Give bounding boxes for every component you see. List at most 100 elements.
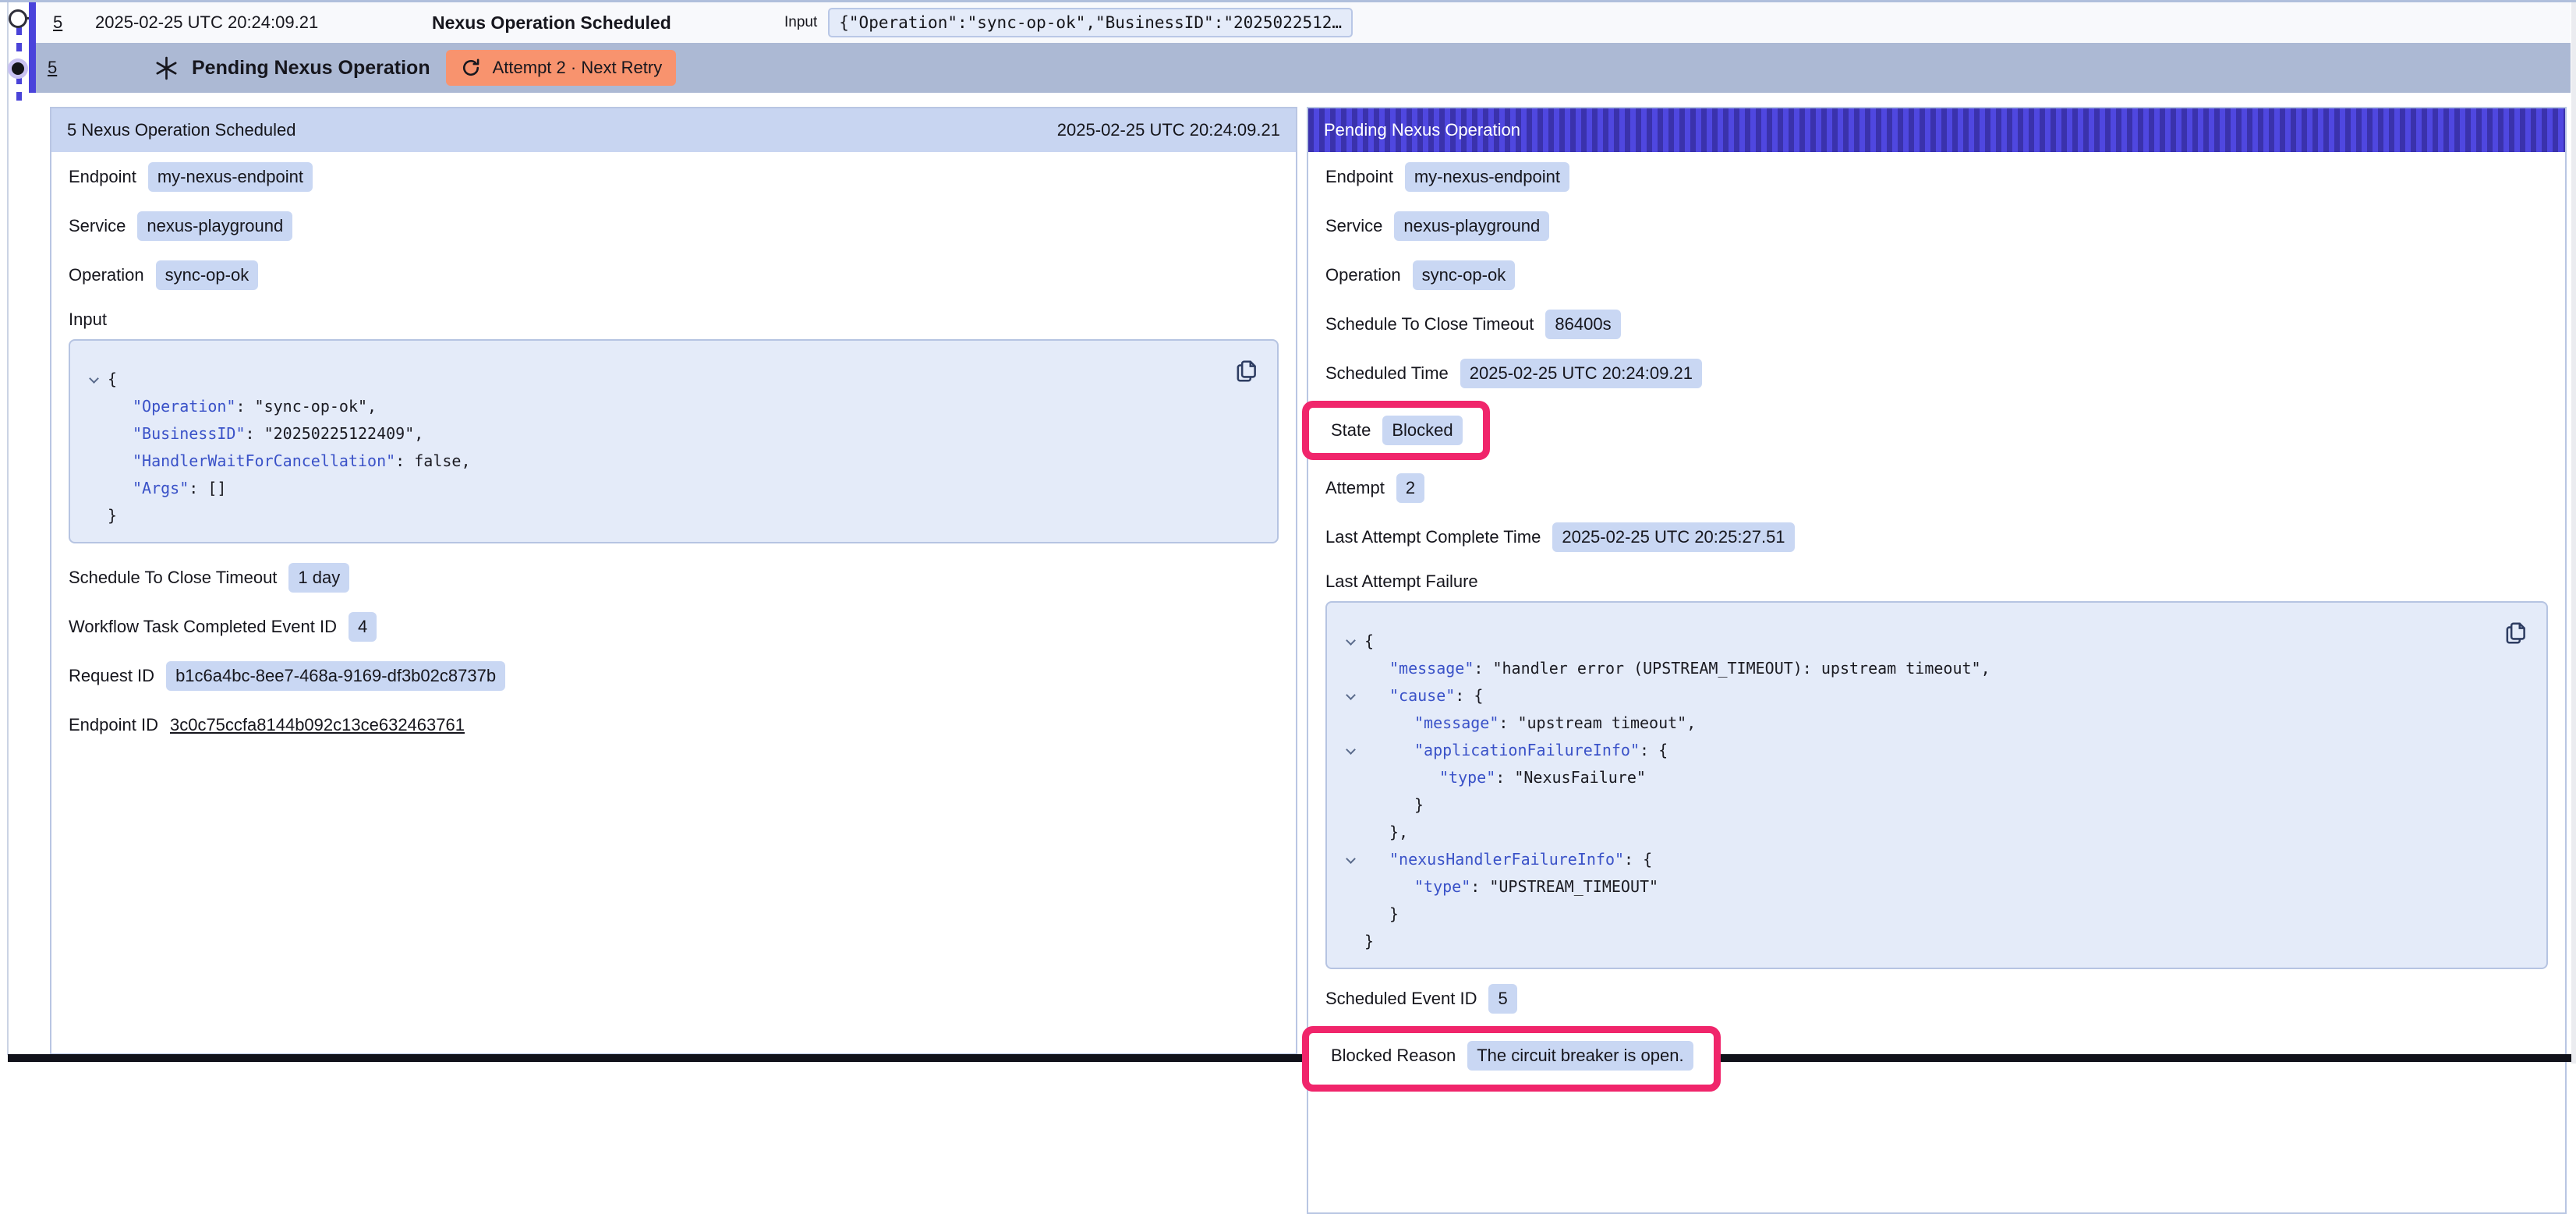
json-line: {	[1327, 628, 2492, 655]
json-text: },	[1389, 823, 1408, 841]
field-value-badge: 5	[1488, 984, 1516, 1014]
pending-asterisk-icon	[154, 55, 179, 81]
json-line: "BusinessID": "20250225122409",	[70, 420, 1223, 448]
json-text: : {	[1624, 850, 1652, 869]
field-value-badge: my-nexus-endpoint	[1405, 162, 1569, 192]
event-name: Nexus Operation Scheduled	[432, 12, 784, 34]
json-text: : "20250225122409",	[246, 424, 424, 443]
container-left-border	[7, 2, 9, 1055]
event-group-indicator-bar	[29, 2, 36, 93]
field-value-badge: sync-op-ok	[156, 260, 259, 290]
scheduled-panel-title: 5 Nexus Operation Scheduled	[67, 120, 296, 140]
field-row: Scheduled Event ID 5	[1325, 974, 2548, 1023]
field-label: Endpoint ID	[69, 715, 158, 735]
field-row: Servicenexus-playground	[69, 201, 1279, 250]
json-text: : false,	[395, 451, 470, 470]
json-line: }	[1327, 791, 2492, 819]
chevron-down-icon[interactable]	[89, 373, 99, 384]
json-key: "message"	[1389, 659, 1474, 678]
json-key: "message"	[1414, 713, 1499, 732]
field-label: Attempt	[1325, 478, 1385, 498]
field-value-badge: 86400s	[1545, 310, 1620, 339]
field-row: Attempt 2	[1325, 463, 2548, 512]
pending-panel-header: Pending Nexus Operation	[1308, 108, 2565, 152]
event-row-scheduled[interactable]: 5 2025-02-25 UTC 20:24:09.21 Nexus Opera…	[36, 2, 2571, 43]
json-text: : "UPSTREAM_TIMEOUT"	[1470, 877, 1658, 896]
input-json-lines: {"Operation": "sync-op-ok","BusinessID":…	[70, 366, 1223, 529]
retry-refresh-icon	[460, 57, 482, 79]
json-text: : "NexusFailure"	[1495, 768, 1646, 787]
timeline-node-current-icon[interactable]	[8, 58, 28, 79]
event-timestamp: 2025-02-25 UTC 20:24:09.21	[95, 12, 432, 33]
json-key: "Args"	[133, 479, 189, 497]
scheduled-fields-bottom: Schedule To Close Timeout1 dayWorkflow T…	[69, 553, 1279, 749]
json-line: "type": "NexusFailure"	[1327, 764, 2492, 791]
chevron-down-icon[interactable]	[1346, 854, 1356, 864]
json-key: "type"	[1439, 768, 1495, 787]
field-label: Workflow Task Completed Event ID	[69, 617, 337, 637]
field-label: Service	[1325, 216, 1382, 236]
json-line: {	[70, 366, 1223, 393]
container-bottom-border	[8, 1054, 2571, 1062]
retry-status-badge: Attempt 2 · Next Retry	[446, 50, 677, 86]
json-text: }	[1389, 904, 1399, 923]
state-value-badge: Blocked	[1382, 416, 1462, 445]
pending-event-name: Pending Nexus Operation	[192, 57, 430, 80]
json-line: "type": "UPSTREAM_TIMEOUT"	[1327, 873, 2492, 901]
field-label: Operation	[1325, 265, 1401, 285]
field-label: Service	[69, 216, 126, 236]
field-row: Endpointmy-nexus-endpoint	[69, 152, 1279, 201]
scheduled-fields-top: Endpointmy-nexus-endpointServicenexus-pl…	[69, 152, 1279, 299]
event-id-link[interactable]: 5	[53, 12, 73, 33]
timeline-node-open-icon[interactable]	[9, 9, 27, 28]
field-label: Scheduled Event ID	[1325, 989, 1477, 1009]
json-line: "HandlerWaitForCancellation": false,	[70, 448, 1223, 475]
field-row: Last Attempt Complete Time2025-02-25 UTC…	[1325, 512, 2548, 561]
json-line: "cause": {	[1327, 682, 2492, 710]
blocked-reason-highlight-box: Blocked Reason The circuit breaker is op…	[1302, 1026, 1721, 1092]
json-key: "cause"	[1389, 686, 1455, 705]
field-value-badge: 4	[349, 612, 377, 642]
field-value-badge: sync-op-ok	[1413, 260, 1516, 290]
input-section-label: Input	[69, 299, 1279, 334]
field-row: Service nexus-playground	[1325, 201, 2548, 250]
json-line: "applicationFailureInfo": {	[1327, 737, 2492, 764]
scrollbar-track[interactable]	[2571, 2, 2576, 1064]
field-value-link[interactable]: 3c0c75ccfa8144b092c13ce632463761	[170, 715, 465, 735]
chevron-down-icon[interactable]	[1346, 745, 1356, 755]
field-value-badge: 2	[1396, 473, 1424, 503]
scheduled-event-detail-panel: 5 Nexus Operation Scheduled 2025-02-25 U…	[50, 107, 1297, 1055]
event-row-pending[interactable]: 5 Pending Nexus Operation Attempt 2 · Ne…	[36, 43, 2571, 93]
json-key: "Operation"	[133, 397, 235, 416]
failure-json-lines: {"message": "handler error (UPSTREAM_TIM…	[1327, 628, 2492, 955]
json-text: {	[1364, 632, 1374, 650]
field-label: Blocked Reason	[1331, 1046, 1456, 1066]
field-row: Blocked Reason The circuit breaker is op…	[1331, 1033, 1693, 1078]
field-value-badge: b1c6a4bc-8ee7-468a-9169-df3b02c8737b	[166, 661, 505, 691]
json-text: }	[1414, 795, 1424, 814]
field-value-badge: nexus-playground	[1394, 211, 1549, 241]
scheduled-panel-timestamp: 2025-02-25 UTC 20:24:09.21	[1057, 120, 1280, 140]
json-key: "applicationFailureInfo"	[1414, 741, 1640, 759]
copy-icon[interactable]	[1233, 358, 1260, 384]
event-detail-label: Input	[784, 14, 817, 31]
field-row: Workflow Task Completed Event ID 4	[69, 602, 1279, 651]
copy-icon[interactable]	[2503, 620, 2529, 646]
field-label: State	[1331, 420, 1371, 441]
field-label: Schedule To Close Timeout	[69, 568, 277, 588]
field-row: Operationsync-op-ok	[69, 250, 1279, 299]
chevron-down-icon[interactable]	[1346, 690, 1356, 700]
event-id-link[interactable]: 5	[48, 58, 68, 78]
json-key: "type"	[1414, 877, 1470, 896]
field-label: Last Attempt Complete Time	[1325, 527, 1541, 547]
input-json-block: {"Operation": "sync-op-ok","BusinessID":…	[69, 339, 1279, 543]
failure-section-label: Last Attempt Failure	[1325, 561, 2548, 596]
json-text: }	[108, 506, 117, 525]
chevron-down-icon[interactable]	[1346, 635, 1356, 646]
event-input-preview-chip[interactable]: {"Operation":"sync-op-ok","BusinessID":"…	[828, 8, 1353, 37]
json-text: : {	[1455, 686, 1483, 705]
json-line: },	[1327, 819, 2492, 846]
json-line: }	[1327, 901, 2492, 928]
pending-fields-top: Endpointmy-nexus-endpointServicenexus-pl…	[1325, 152, 2548, 398]
json-line: "Args": []	[70, 475, 1223, 502]
